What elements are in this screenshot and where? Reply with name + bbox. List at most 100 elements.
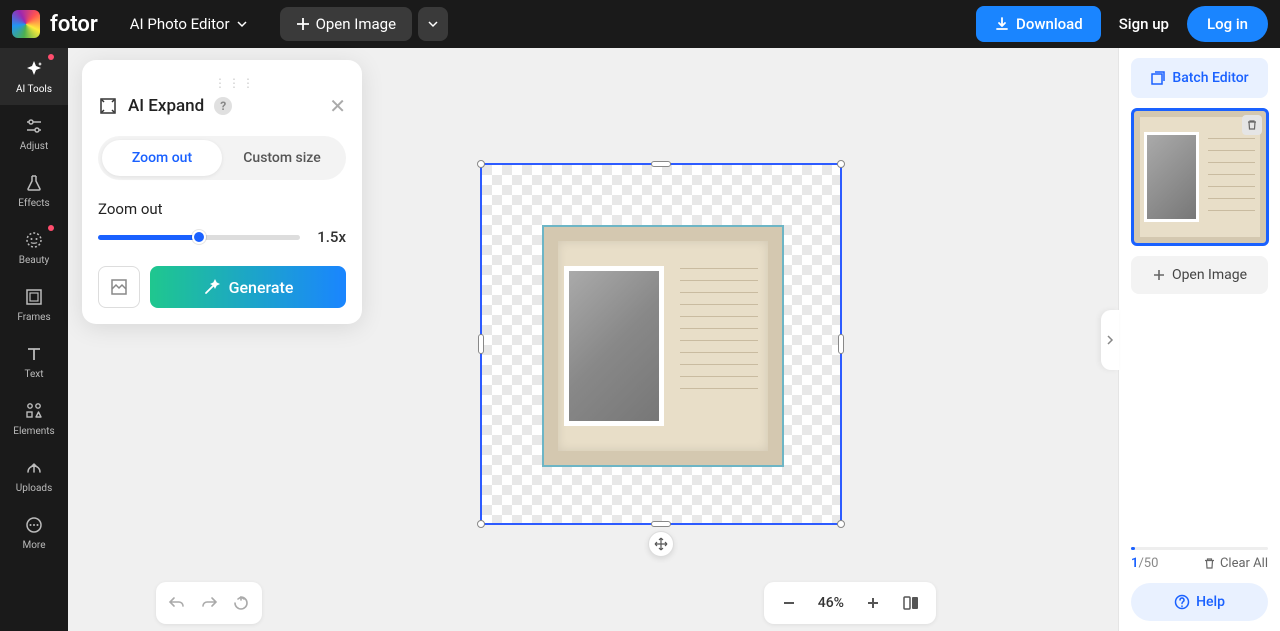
topbar: fotor AI Photo Editor Open Image Downloa… [0, 0, 1280, 48]
minus-icon [781, 595, 797, 611]
left-sidebar: AI Tools Adjust Effects Beauty Frames Te… [0, 48, 68, 631]
sidebar-label: Text [24, 369, 43, 380]
generate-label: Generate [229, 278, 294, 297]
image-content [558, 241, 768, 451]
clear-all-label: Clear All [1220, 556, 1268, 571]
original-image[interactable] [542, 225, 784, 467]
sidebar-item-elements[interactable]: Elements [0, 390, 68, 447]
help-icon [1174, 594, 1190, 610]
sidebar-label: Frames [17, 312, 50, 323]
help-button[interactable]: Help [1131, 583, 1268, 621]
delete-thumbnail-button[interactable] [1242, 115, 1262, 135]
image-count-current: 1 [1131, 556, 1138, 571]
resize-handle-bottom[interactable] [651, 521, 671, 527]
sidebar-label: Uploads [16, 483, 52, 494]
zoom-slider[interactable] [98, 235, 300, 240]
tab-custom-size[interactable]: Custom size [222, 140, 342, 176]
resize-handle-bl[interactable] [477, 520, 485, 528]
sidebar-item-aitools[interactable]: AI Tools [0, 48, 68, 105]
badge-dot [48, 225, 54, 231]
before-after-button[interactable] [98, 266, 140, 308]
sidebar-label: Elements [13, 426, 54, 437]
close-panel-button[interactable]: ✕ [329, 94, 346, 118]
sidebar-item-adjust[interactable]: Adjust [0, 105, 68, 162]
help-tooltip-icon[interactable]: ? [214, 97, 232, 115]
sidebar-label: Effects [18, 198, 49, 209]
sidebar-item-more[interactable]: More [0, 504, 68, 561]
zoom-slider-thumb[interactable] [192, 230, 206, 244]
sidebar-label: AI Tools [16, 84, 52, 95]
login-button[interactable]: Log in [1187, 6, 1268, 42]
zoom-level[interactable]: 46% [812, 595, 850, 611]
text-icon [23, 343, 45, 365]
resize-handle-tr[interactable] [837, 160, 845, 168]
sidebar-label: Adjust [20, 141, 49, 152]
fotor-logo[interactable] [12, 10, 40, 38]
compare-view-button[interactable] [896, 588, 926, 618]
resize-handle-top[interactable] [651, 161, 671, 167]
redo-button[interactable] [194, 588, 224, 618]
open-image-button[interactable]: Open Image [280, 7, 412, 41]
generate-button[interactable]: Generate [150, 266, 346, 308]
face-icon [23, 229, 45, 251]
more-icon [23, 514, 45, 536]
plus-icon [1152, 268, 1166, 282]
undo-icon [168, 594, 186, 612]
frame-icon [23, 286, 45, 308]
badge-dot [48, 54, 54, 60]
move-icon [654, 537, 668, 551]
plus-icon [865, 595, 881, 611]
signup-link[interactable]: Sign up [1105, 15, 1183, 33]
move-handle[interactable] [648, 531, 674, 557]
resize-handle-left[interactable] [478, 334, 484, 354]
ai-expand-panel: ⋮⋮⋮ AI Expand ? ✕ Zoom out Custom size Z… [82, 60, 362, 324]
image-thumbnail[interactable] [1131, 108, 1269, 246]
upload-icon [23, 457, 45, 479]
sidebar-item-effects[interactable]: Effects [0, 162, 68, 219]
editor-mode-select[interactable]: AI Photo Editor [120, 9, 258, 39]
resize-handle-tl[interactable] [477, 160, 485, 168]
sidebar-item-beauty[interactable]: Beauty [0, 219, 68, 276]
zoom-in-button[interactable] [858, 588, 888, 618]
sliders-icon [23, 115, 45, 137]
download-button[interactable]: Download [976, 6, 1101, 42]
open-image-thumb-button[interactable]: Open Image [1131, 256, 1268, 294]
bottom-toolbar: 46% [136, 575, 956, 631]
download-label: Download [1016, 15, 1083, 33]
reset-icon [232, 594, 250, 612]
help-label: Help [1196, 594, 1225, 610]
chevron-right-icon [1105, 335, 1115, 345]
reset-button[interactable] [226, 588, 256, 618]
collapse-right-panel[interactable] [1101, 310, 1119, 370]
batch-icon [1150, 70, 1166, 86]
chevron-down-icon [427, 18, 439, 30]
trash-icon [1246, 119, 1258, 131]
wand-icon [203, 278, 221, 296]
tab-zoom-out[interactable]: Zoom out [102, 140, 222, 176]
panel-title: AI Expand [128, 96, 204, 116]
plus-icon [296, 17, 310, 31]
sidebar-item-uploads[interactable]: Uploads [0, 447, 68, 504]
flask-icon [23, 172, 45, 194]
open-image-label: Open Image [316, 15, 396, 33]
clear-all-button[interactable]: Clear All [1203, 556, 1268, 571]
compare-icon [109, 277, 129, 297]
resize-handle-br[interactable] [837, 520, 845, 528]
download-icon [994, 16, 1010, 32]
batch-editor-button[interactable]: Batch Editor [1131, 58, 1268, 98]
undo-button[interactable] [162, 588, 192, 618]
trash-icon [1203, 557, 1216, 570]
right-panel: Batch Editor Open Image 1 /50 [1118, 48, 1280, 631]
open-image-dropdown[interactable] [418, 7, 448, 41]
editor-mode-label: AI Photo Editor [130, 15, 230, 33]
panel-drag-handle[interactable]: ⋮⋮⋮ [98, 76, 346, 86]
sidebar-item-text[interactable]: Text [0, 333, 68, 390]
redo-icon [200, 594, 218, 612]
brand-text: fotor [50, 12, 98, 37]
sidebar-item-frames[interactable]: Frames [0, 276, 68, 333]
resize-handle-right[interactable] [838, 334, 844, 354]
zoom-out-button[interactable] [774, 588, 804, 618]
sparkle-icon [23, 58, 45, 80]
image-count-progress [1131, 547, 1268, 550]
expand-boundary[interactable] [480, 163, 842, 525]
